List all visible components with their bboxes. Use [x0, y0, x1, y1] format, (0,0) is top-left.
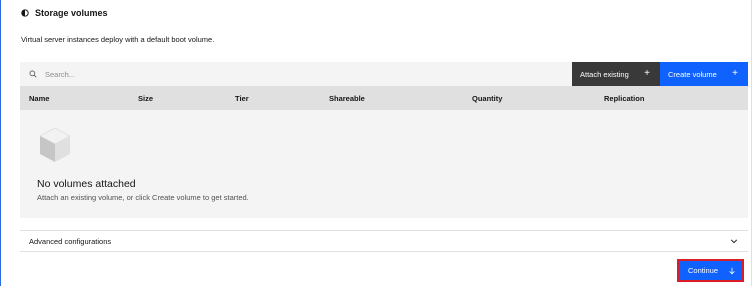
section-description: Virtual server instances deploy with a d…: [21, 35, 215, 44]
search-placeholder: Search...: [45, 69, 76, 79]
continue-highlight: Continue: [677, 259, 744, 282]
section-header: Storage volumes: [21, 6, 108, 20]
column-header-shareable[interactable]: Shareable: [329, 94, 365, 103]
empty-state-subtitle: Attach an existing volume, or click Crea…: [37, 193, 249, 202]
continue-label: Continue: [688, 266, 719, 275]
attach-existing-label: Attach existing: [580, 69, 629, 79]
half-circle-icon: [21, 9, 29, 17]
storage-volumes-table: Search... Attach existing + Create volum…: [20, 62, 748, 218]
section-title: Storage volumes: [35, 8, 108, 18]
arrow-down-icon: [729, 267, 735, 274]
table-toolbar: Search... Attach existing + Create volum…: [20, 62, 748, 86]
search-input[interactable]: Search...: [20, 62, 572, 86]
advanced-configurations-accordion[interactable]: Advanced configurations: [20, 231, 748, 251]
column-header-quantity[interactable]: Quantity: [472, 94, 502, 103]
empty-state: No volumes attached Attach an existing v…: [20, 110, 748, 218]
column-header-replication[interactable]: Replication: [604, 94, 644, 103]
right-edge-rule: [751, 0, 752, 286]
table-header-row: Name Size Tier Shareable Quantity Replic…: [20, 86, 748, 110]
continue-button[interactable]: Continue: [679, 261, 742, 280]
column-header-name[interactable]: Name: [29, 94, 49, 103]
search-icon: [29, 70, 37, 78]
cube-icon: [39, 127, 71, 162]
column-header-size[interactable]: Size: [138, 94, 153, 103]
chevron-down-icon: [730, 239, 738, 244]
create-volume-button[interactable]: Create volume +: [660, 62, 748, 86]
divider: [20, 251, 748, 252]
plus-icon: +: [644, 68, 650, 79]
create-volume-label: Create volume: [668, 69, 717, 79]
plus-icon: +: [732, 68, 738, 79]
column-header-tier[interactable]: Tier: [235, 94, 249, 103]
attach-existing-button[interactable]: Attach existing +: [572, 62, 660, 86]
accordion-title: Advanced configurations: [29, 236, 112, 246]
left-edge-rule: [0, 0, 1, 286]
empty-state-title: No volumes attached: [37, 178, 136, 190]
